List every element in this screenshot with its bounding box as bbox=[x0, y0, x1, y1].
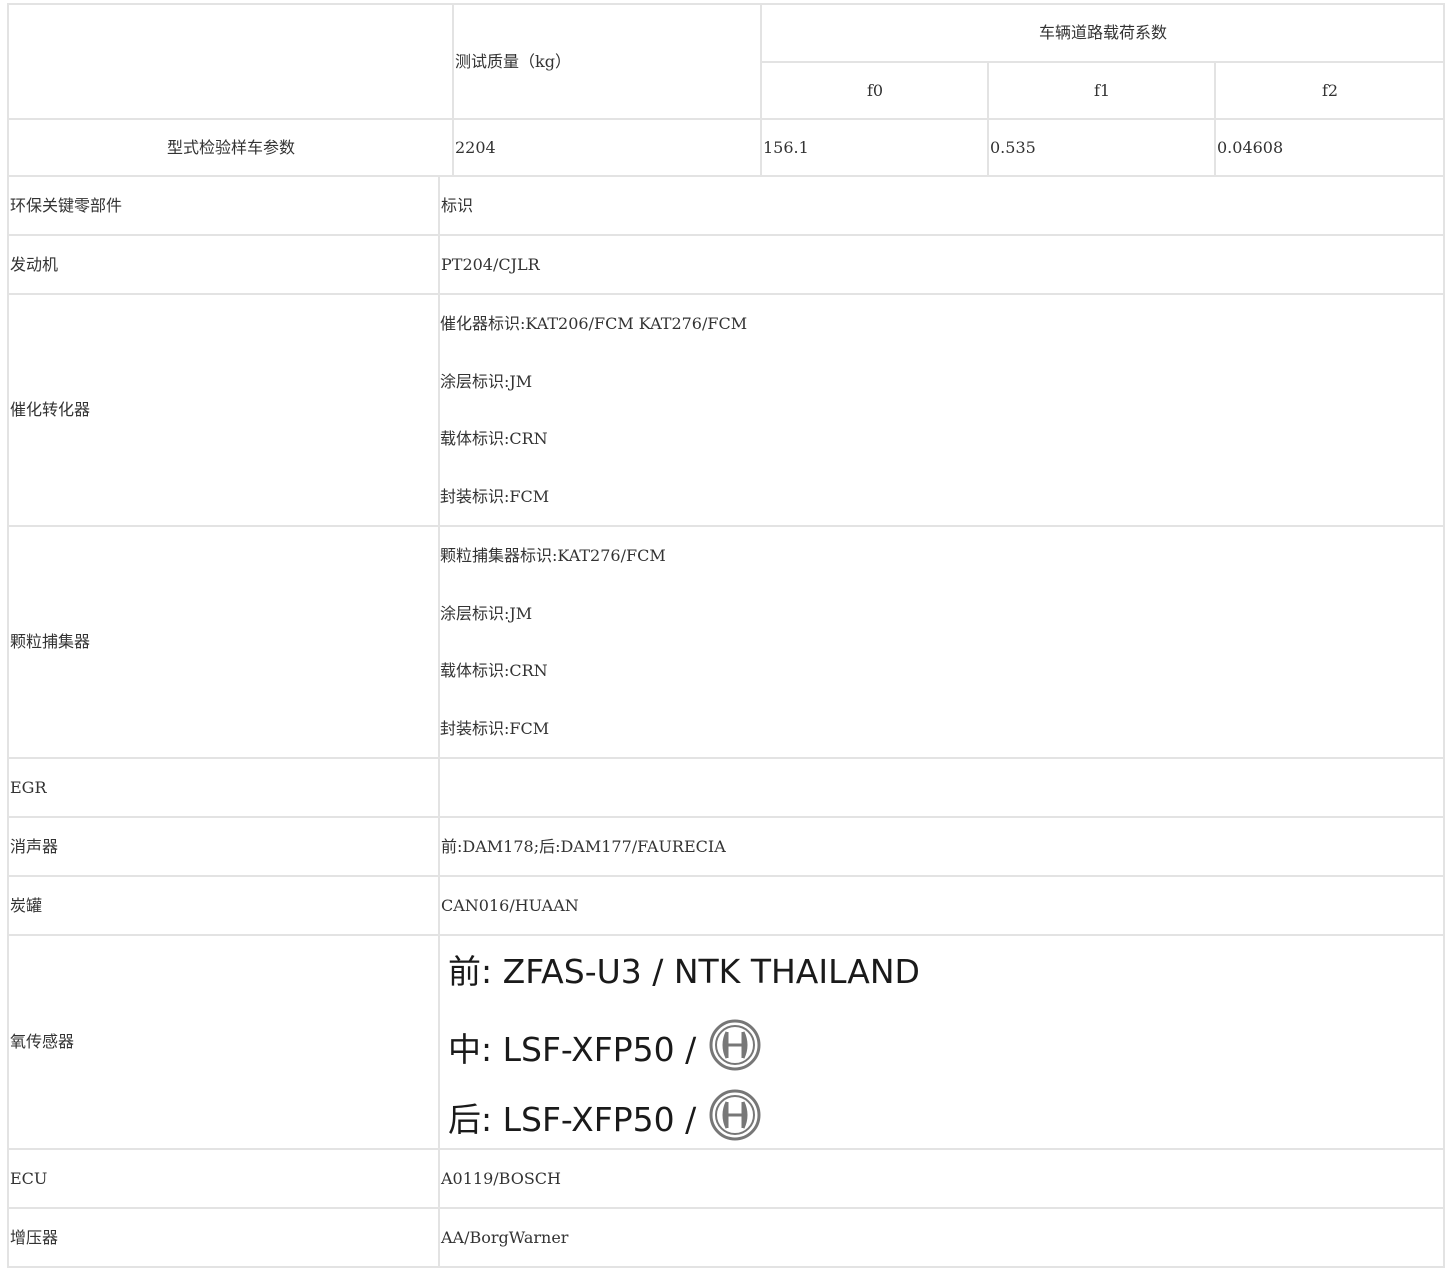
catalyst-coating: 涂层标识:JM bbox=[440, 371, 533, 391]
parts-header-value: 标识 bbox=[438, 175, 1445, 236]
f0-header: f0 bbox=[760, 61, 989, 120]
engine-label: 发动机 bbox=[7, 234, 440, 295]
blank-header-cell bbox=[7, 3, 454, 120]
muffler-value: 前:DAM178;后:DAM177/FAURECIA bbox=[438, 816, 1445, 877]
oxygen-sensor-middle: 中: LSF-XFP50 / bbox=[448, 1018, 762, 1081]
particulate-label: 颗粒捕集器 bbox=[7, 525, 440, 759]
key-parts-table: 环保关键零部件 标识 发动机 PT204/CJLR 催化转化器 催化器标识:KA… bbox=[7, 175, 1445, 1268]
f1-header: f1 bbox=[987, 61, 1216, 120]
particulate-values: 颗粒捕集器标识:KAT276/FCM 涂层标识:JM 载体标识:CRN 封装标识… bbox=[438, 525, 1445, 759]
bosch-logo-icon bbox=[708, 1088, 762, 1151]
load-coef-header: 车辆道路载荷系数 bbox=[760, 3, 1445, 63]
f2-header: f2 bbox=[1214, 61, 1445, 120]
ecu-value: A0119/BOSCH bbox=[438, 1148, 1445, 1209]
oxygen-sensor-label: 氧传感器 bbox=[7, 934, 440, 1150]
egr-value bbox=[438, 757, 1445, 818]
particulate-id: 颗粒捕集器标识:KAT276/FCM bbox=[440, 546, 666, 566]
vehicle-params-table: 测试质量（kg） 车辆道路载荷系数 f0 f1 f2 型式检验样车参数 2204… bbox=[7, 3, 1445, 177]
mass-header: 测试质量（kg） bbox=[452, 3, 762, 120]
egr-label: EGR bbox=[7, 757, 440, 818]
oxygen-sensor-front: 前: ZFAS-U3 / NTK THAILAND bbox=[448, 952, 920, 991]
particulate-carrier: 载体标识:CRN bbox=[440, 661, 548, 681]
sample-vehicle-label: 型式检验样车参数 bbox=[7, 118, 454, 177]
turbo-label: 增压器 bbox=[7, 1207, 440, 1268]
parts-header-label: 环保关键零部件 bbox=[7, 175, 440, 236]
oxygen-sensor-image: 前: ZFAS-U3 / NTK THAILAND 中: LSF-XFP50 / bbox=[440, 936, 928, 1148]
oxygen-sensor-value: 前: ZFAS-U3 / NTK THAILAND 中: LSF-XFP50 / bbox=[438, 934, 1445, 1150]
catalyst-carrier: 载体标识:CRN bbox=[440, 429, 548, 449]
f0-value: 156.1 bbox=[760, 118, 989, 177]
canister-value: CAN016/HUAAN bbox=[438, 875, 1445, 936]
particulate-package: 封装标识:FCM bbox=[440, 718, 550, 738]
ecu-label: ECU bbox=[7, 1148, 440, 1209]
canister-label: 炭罐 bbox=[7, 875, 440, 936]
f2-value: 0.04608 bbox=[1214, 118, 1445, 177]
catalyst-values: 催化器标识:KAT206/FCM KAT276/FCM 涂层标识:JM 载体标识… bbox=[438, 293, 1445, 527]
catalyst-id: 催化器标识:KAT206/FCM KAT276/FCM bbox=[440, 314, 748, 334]
turbo-value: AA/BorgWarner bbox=[438, 1207, 1445, 1268]
oxygen-sensor-rear: 后: LSF-XFP50 / bbox=[448, 1088, 762, 1151]
catalyst-package: 封装标识:FCM bbox=[440, 486, 550, 506]
bosch-logo-icon bbox=[708, 1018, 762, 1081]
particulate-coating: 涂层标识:JM bbox=[440, 603, 533, 623]
muffler-label: 消声器 bbox=[7, 816, 440, 877]
engine-value: PT204/CJLR bbox=[438, 234, 1445, 295]
catalyst-label: 催化转化器 bbox=[7, 293, 440, 527]
f1-value: 0.535 bbox=[987, 118, 1216, 177]
mass-value: 2204 bbox=[452, 118, 762, 177]
